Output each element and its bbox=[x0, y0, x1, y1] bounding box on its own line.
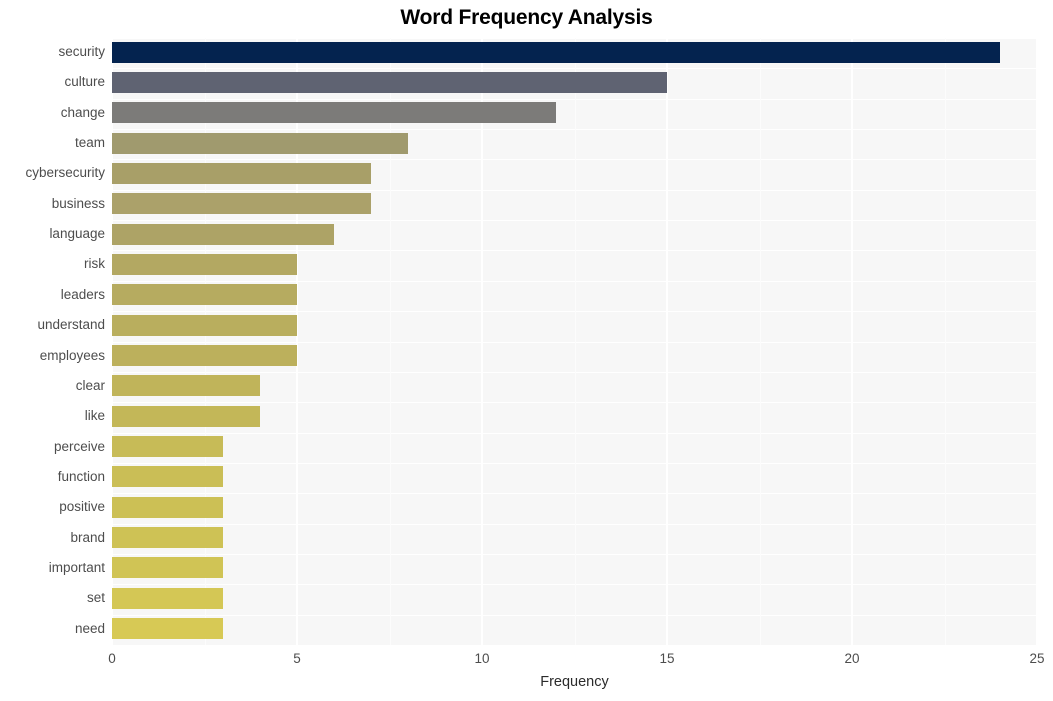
bar bbox=[112, 162, 371, 184]
bar-row bbox=[112, 463, 1037, 491]
bar-row bbox=[112, 38, 1037, 66]
bar-row bbox=[112, 220, 1037, 248]
word-frequency-chart: Word Frequency Analysis security culture c… bbox=[0, 0, 1053, 701]
x-tick-label: 5 bbox=[293, 651, 301, 666]
bar-row bbox=[112, 311, 1037, 339]
x-tick-label: 0 bbox=[108, 651, 116, 666]
plot-panel bbox=[111, 38, 1038, 645]
bar bbox=[112, 314, 297, 336]
y-tick-label: risk bbox=[84, 256, 105, 272]
y-tick-label: change bbox=[60, 104, 105, 120]
bar-row bbox=[112, 372, 1037, 400]
bar-row bbox=[112, 402, 1037, 430]
bar-row bbox=[112, 342, 1037, 370]
bar bbox=[112, 41, 1000, 63]
bar bbox=[112, 466, 223, 488]
y-tick-label: perceive bbox=[53, 438, 105, 454]
bar-row bbox=[112, 554, 1037, 582]
bar bbox=[112, 587, 223, 609]
y-tick-label: cybersecurity bbox=[25, 165, 105, 181]
y-tick-label: important bbox=[48, 559, 105, 575]
y-tick-label: team bbox=[74, 135, 105, 151]
y-tick-label: positive bbox=[59, 499, 105, 515]
y-tick-label: employees bbox=[39, 347, 105, 363]
x-tick-label: 25 bbox=[1029, 651, 1045, 666]
bar bbox=[112, 193, 371, 215]
x-axis-ticks: 0 5 10 15 20 25 bbox=[108, 645, 1044, 673]
y-tick-label: understand bbox=[37, 317, 105, 333]
y-tick-label: leaders bbox=[60, 286, 105, 302]
bar bbox=[112, 223, 334, 245]
y-tick-label: clear bbox=[75, 377, 105, 393]
bar bbox=[112, 102, 556, 124]
bar-row bbox=[112, 159, 1037, 187]
y-tick-label: function bbox=[57, 468, 105, 484]
x-tick-label: 15 bbox=[659, 651, 675, 666]
bar-row bbox=[112, 281, 1037, 309]
x-tick-label: 10 bbox=[474, 651, 490, 666]
y-tick-label: business bbox=[51, 195, 105, 211]
y-tick-label: language bbox=[49, 226, 105, 242]
bar bbox=[112, 71, 667, 93]
bar bbox=[112, 405, 260, 427]
y-axis-labels: security culture change team cybersecurity bu… bbox=[0, 38, 105, 645]
bar-row bbox=[112, 615, 1037, 643]
bar bbox=[112, 284, 297, 306]
bar bbox=[112, 496, 223, 518]
bar bbox=[112, 618, 223, 640]
bar-row bbox=[112, 99, 1037, 127]
y-tick-label: culture bbox=[64, 74, 105, 90]
bar-row bbox=[112, 190, 1037, 218]
bar-row bbox=[112, 68, 1037, 96]
bar-row bbox=[112, 250, 1037, 278]
chart-title: Word Frequency Analysis bbox=[400, 6, 653, 29]
y-tick-label: need bbox=[74, 620, 105, 636]
bars-layer bbox=[112, 38, 1037, 645]
bar-row bbox=[112, 493, 1037, 521]
x-axis-title: Frequency bbox=[540, 674, 609, 690]
bar bbox=[112, 436, 223, 458]
y-tick-label: security bbox=[58, 44, 105, 59]
bar bbox=[112, 132, 408, 154]
x-tick-label: 20 bbox=[844, 651, 860, 666]
bar bbox=[112, 557, 223, 579]
bar bbox=[112, 527, 223, 549]
y-tick-label: brand bbox=[70, 529, 105, 545]
bar-row bbox=[112, 524, 1037, 552]
bar bbox=[112, 375, 260, 397]
bar bbox=[112, 253, 297, 275]
bar-row bbox=[112, 129, 1037, 157]
y-tick-label: set bbox=[86, 590, 105, 606]
bar-row bbox=[112, 433, 1037, 461]
bar bbox=[112, 345, 297, 366]
bar-row bbox=[112, 584, 1037, 612]
y-tick-label: like bbox=[84, 408, 105, 424]
